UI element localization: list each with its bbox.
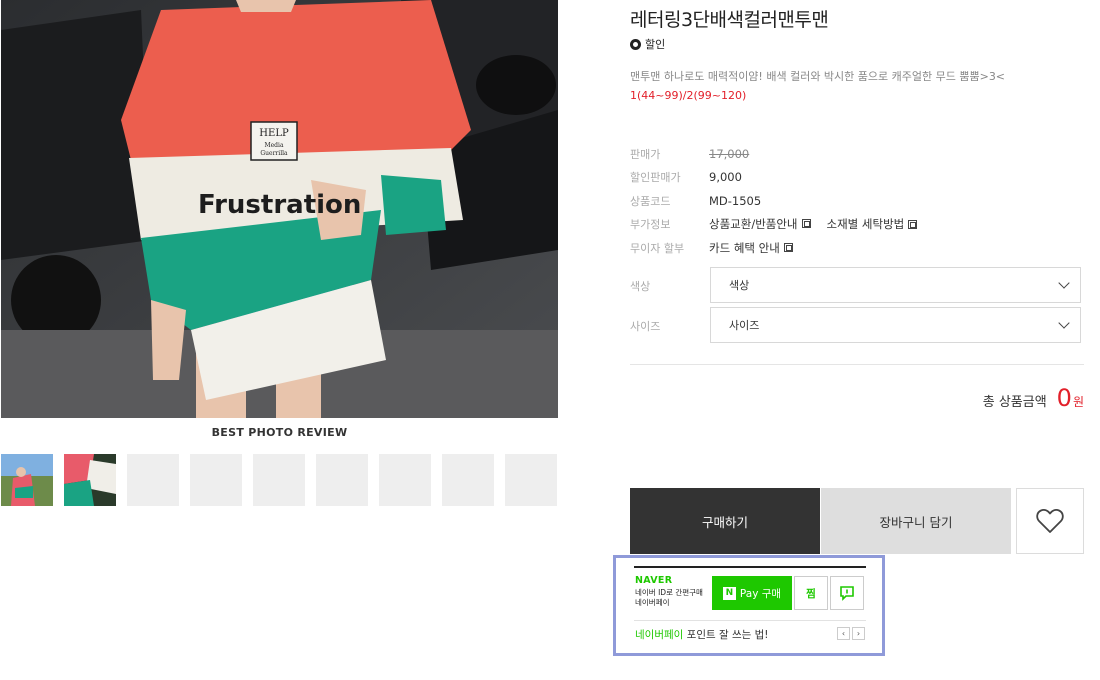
- exchange-return-link[interactable]: 상품교환/반품안내: [709, 216, 811, 232]
- review-thumbnail-empty: [316, 454, 368, 506]
- sale-price: 9,000: [709, 170, 742, 185]
- review-thumbnail-empty: [253, 454, 305, 506]
- naver-pay-buy-button[interactable]: N Pay 구매: [712, 576, 792, 610]
- next-arrow-icon[interactable]: ›: [852, 627, 865, 640]
- review-thumbnail-empty: [379, 454, 431, 506]
- naver-n-icon: N: [722, 586, 736, 600]
- card-benefit-link[interactable]: 카드 혜택 안내: [709, 240, 793, 256]
- price-row: 판매가 17,000: [630, 142, 917, 166]
- total-price-label: 총 상품금액: [982, 395, 1047, 410]
- washing-guide-link[interactable]: 소재별 세탁방법: [827, 216, 918, 232]
- wishlist-button[interactable]: [1016, 488, 1084, 554]
- best-photo-review-title: BEST PHOTO REVIEW: [211, 426, 348, 439]
- naver-talk-button[interactable]: [830, 576, 864, 610]
- product-photo-illustration: Frustration HELP Media Guerrilla: [1, 0, 558, 418]
- product-code-row: 상품코드 MD-1505: [630, 189, 917, 213]
- review-thumbnails: [1, 454, 557, 506]
- divider: [630, 364, 1084, 365]
- divider: [634, 566, 866, 568]
- sale-badge: 할인: [630, 36, 665, 52]
- buy-button[interactable]: 구매하기: [630, 488, 820, 554]
- prev-arrow-icon[interactable]: ‹: [837, 627, 850, 640]
- add-to-cart-button[interactable]: 장바구니 담기: [821, 488, 1011, 554]
- chevron-down-icon: [1058, 317, 1070, 329]
- price-label: 판매가: [630, 147, 661, 161]
- review-thumbnail-empty: [190, 454, 242, 506]
- installment-row: 무이자 할부 카드 혜택 안내: [630, 236, 917, 260]
- divider: [634, 620, 866, 621]
- talk-icon: [840, 586, 854, 601]
- svg-text:Guerrilla: Guerrilla: [260, 150, 288, 157]
- color-select[interactable]: 색상: [710, 267, 1081, 303]
- review-thumbnail-empty: [442, 454, 494, 506]
- product-info-table: 판매가 17,000 할인판매가 9,000 상품코드 MD-1505 부가정보…: [630, 142, 918, 260]
- total-price-unit: 원: [1072, 395, 1084, 409]
- review-photo-1: [1, 454, 53, 506]
- extra-info-label: 부가정보: [630, 218, 671, 232]
- original-price: 17,000: [709, 146, 750, 161]
- description-text: 맨투맨 하나로도 매력적이얌! 배색 컬러와 박시한 품으로 캐주얼한 무드 뿜…: [630, 70, 1006, 83]
- review-thumbnail[interactable]: [1, 454, 53, 506]
- review-thumbnail-empty: [505, 454, 557, 506]
- product-main-image[interactable]: Frustration HELP Media Guerrilla: [1, 0, 558, 418]
- size-select[interactable]: 사이즈: [710, 307, 1081, 343]
- print-text: Frustration: [198, 190, 361, 220]
- sale-price-label: 할인판매가: [630, 171, 681, 185]
- product-title: 레터링3단배색컬러맨투맨: [630, 9, 829, 31]
- popup-icon: [801, 219, 811, 229]
- product-code-label: 상품코드: [630, 194, 671, 208]
- total-price-amount: 0: [1056, 384, 1072, 412]
- installment-label: 무이자 할부: [630, 241, 685, 255]
- total-price: 총 상품금액 0 원: [983, 384, 1084, 412]
- color-select-value: 색상: [729, 279, 750, 292]
- color-option-label: 색상: [630, 280, 651, 293]
- size-option-label: 사이즈: [630, 320, 661, 333]
- extra-info-row: 부가정보 상품교환/반품안내 소재별 세탁방법: [630, 213, 918, 237]
- naver-pay-subtitle: 네이버 ID로 간편구매 네이버페이: [635, 588, 703, 607]
- chevron-down-icon: [1058, 277, 1070, 289]
- naver-jjim-button[interactable]: 찜: [794, 576, 828, 610]
- naver-pay-promo[interactable]: 네이버페이 포인트 잘 쓰는 법!: [635, 627, 769, 642]
- product-description: 맨투맨 하나로도 매력적이얌! 배색 컬러와 박시한 품으로 캐주얼한 무드 뿜…: [630, 67, 1090, 105]
- review-thumbnail-empty: [127, 454, 179, 506]
- popup-icon: [783, 243, 793, 253]
- naver-pay-buy-label: Pay 구매: [739, 587, 782, 600]
- size-select-value: 사이즈: [729, 319, 760, 332]
- review-photo-2: [64, 454, 116, 506]
- naver-pay-box: NAVER 네이버 ID로 간편구매 네이버페이 N Pay 구매 찜 네이버페…: [613, 555, 885, 656]
- heart-icon: [1036, 509, 1064, 533]
- svg-text:Media: Media: [264, 142, 283, 149]
- sale-badge-label: 할인: [645, 38, 666, 51]
- size-range-text: 1(44~99)/2(99~120): [630, 89, 747, 102]
- review-thumbnail[interactable]: [64, 454, 116, 506]
- naver-logo: NAVER: [635, 575, 673, 586]
- discount-icon: [630, 38, 641, 50]
- popup-icon: [908, 219, 918, 229]
- sale-price-row: 할인판매가 9,000: [630, 166, 917, 190]
- promo-pager: ‹ ›: [837, 627, 865, 640]
- product-code: MD-1505: [709, 193, 762, 208]
- svg-text:HELP: HELP: [259, 128, 289, 139]
